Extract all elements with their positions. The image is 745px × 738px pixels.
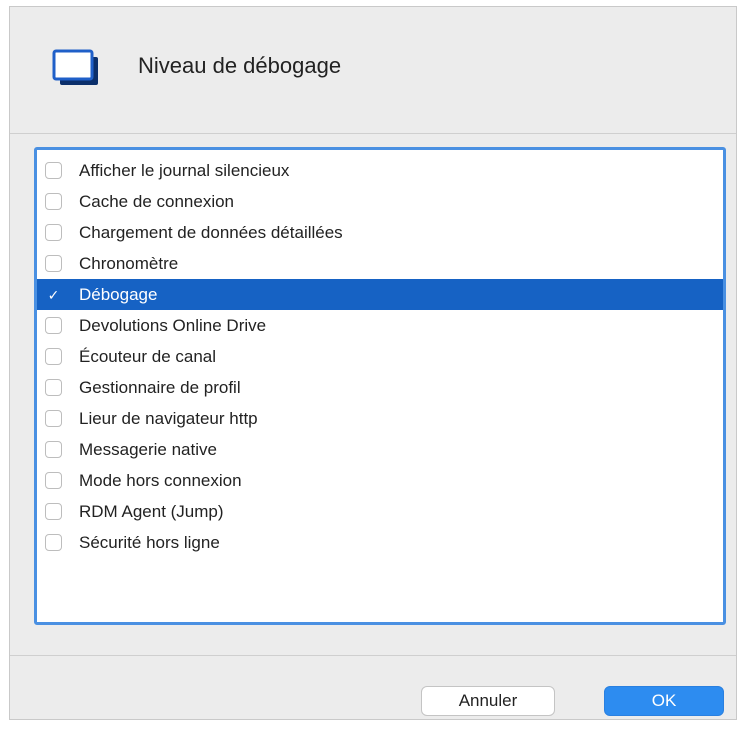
- checkbox[interactable]: [45, 224, 62, 241]
- ok-button[interactable]: OK: [604, 686, 724, 716]
- list-item[interactable]: ✓ Débogage: [37, 279, 723, 310]
- list-item[interactable]: Messagerie native: [37, 434, 723, 465]
- checkbox[interactable]: [45, 534, 62, 551]
- list-item-label: Mode hors connexion: [79, 470, 242, 490]
- list-item-label: Écouteur de canal: [79, 346, 217, 366]
- list-item[interactable]: Gestionnaire de profil: [37, 372, 723, 403]
- list-item-label: Lieur de navigateur http: [79, 408, 258, 428]
- checkbox[interactable]: [45, 410, 62, 427]
- dialog-title: Niveau de débogage: [138, 53, 342, 78]
- debug-options-list[interactable]: Afficher le journal silencieux Cache de c…: [34, 147, 726, 625]
- list-item-label: Chargement de données détaillées: [79, 222, 343, 242]
- checkbox[interactable]: [45, 441, 62, 458]
- list-item[interactable]: RDM Agent (Jump): [37, 496, 723, 527]
- list-item[interactable]: Écouteur de canal: [37, 341, 723, 372]
- list-item-label: Afficher le journal silencieux: [79, 160, 290, 180]
- list-item-label: Cache de connexion: [79, 191, 235, 211]
- list-item-label: Chronomètre: [79, 253, 179, 273]
- list-item-label: RDM Agent (Jump): [79, 501, 224, 521]
- list-item[interactable]: Cache de connexion: [37, 186, 723, 217]
- debug-level-dialog: Niveau de débogage Afficher le journal s…: [9, 6, 737, 720]
- dialog-footer: Annuler OK: [10, 655, 736, 722]
- list-item[interactable]: Lieur de navigateur http: [37, 403, 723, 434]
- checkbox[interactable]: [45, 503, 62, 520]
- option-list: Afficher le journal silencieux Cache de c…: [37, 155, 723, 558]
- list-item[interactable]: Sécurité hors ligne: [37, 527, 723, 558]
- list-item-label: Débogage: [79, 284, 158, 304]
- list-item[interactable]: Chargement de données détaillées: [37, 217, 723, 248]
- checkbox[interactable]: [45, 255, 62, 272]
- cancel-button[interactable]: Annuler: [421, 686, 555, 716]
- list-item[interactable]: Chronomètre: [37, 248, 723, 279]
- checkbox[interactable]: [45, 379, 62, 396]
- checkbox[interactable]: [45, 193, 62, 210]
- list-item[interactable]: Devolutions Online Drive: [37, 310, 723, 341]
- dialog-header: Niveau de débogage: [10, 7, 736, 134]
- window-icon: [52, 49, 98, 85]
- checkbox[interactable]: [45, 317, 62, 334]
- checkmark-icon[interactable]: ✓: [45, 286, 62, 303]
- list-item[interactable]: Mode hors connexion: [37, 465, 723, 496]
- list-item[interactable]: Afficher le journal silencieux: [37, 155, 723, 186]
- list-item-label: Messagerie native: [79, 439, 217, 459]
- list-item-label: Gestionnaire de profil: [79, 377, 241, 397]
- checkbox[interactable]: [45, 348, 62, 365]
- list-item-label: Sécurité hors ligne: [79, 532, 220, 552]
- checkbox[interactable]: [45, 162, 62, 179]
- list-item-label: Devolutions Online Drive: [79, 315, 267, 335]
- checkbox[interactable]: [45, 472, 62, 489]
